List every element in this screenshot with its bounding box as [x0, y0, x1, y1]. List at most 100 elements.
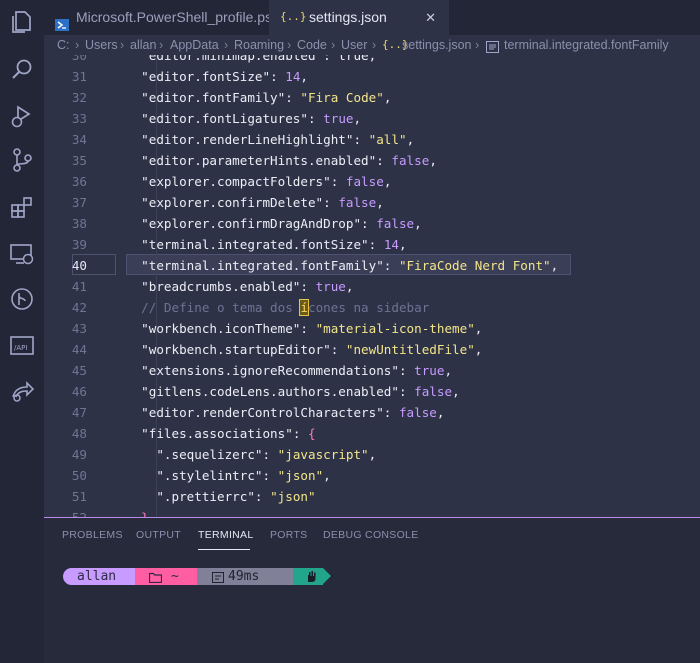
- code-line[interactable]: 39 "terminal.integrated.fontSize": 14,: [44, 234, 700, 255]
- source-control-icon[interactable]: [8, 146, 36, 174]
- code-line[interactable]: 49 ".sequelizerc": "javascript",: [44, 444, 700, 465]
- tab-powershell-profile[interactable]: Microsoft.PowerShell_profile.ps1: [44, 0, 280, 35]
- code-text: ".sequelizerc": "javascript",: [126, 444, 376, 465]
- line-number: 35: [71, 153, 87, 168]
- stopwatch-icon: [212, 571, 224, 583]
- tab-terminal[interactable]: TERMINAL: [198, 529, 254, 541]
- gitlens-icon[interactable]: [8, 285, 36, 313]
- extensions-icon[interactable]: [8, 193, 36, 221]
- code-token: false: [398, 405, 437, 420]
- code-token: :: [330, 342, 346, 357]
- breadcrumb-item[interactable]: Code: [297, 35, 327, 55]
- tab-debug-console[interactable]: DEBUG CONSOLE: [323, 529, 419, 541]
- breadcrumb-item[interactable]: Roaming: [234, 35, 284, 55]
- code-token: 14: [383, 237, 399, 252]
- code-line[interactable]: 50 ".stylelintrc": "json",: [44, 465, 700, 486]
- line-number: 39: [71, 237, 87, 252]
- code-token: "json": [270, 489, 316, 504]
- code-token: :: [398, 363, 415, 378]
- code-line[interactable]: 35 "editor.parameterHints.enabled": fals…: [44, 150, 700, 171]
- code-line[interactable]: 47 "editor.renderControlCharacters": fal…: [44, 402, 700, 423]
- code-token: :: [383, 405, 399, 420]
- run-debug-icon[interactable]: [8, 102, 36, 130]
- code-token: 14: [285, 69, 301, 84]
- code-line[interactable]: 36 "explorer.compactFolders": false,: [44, 171, 700, 192]
- code-token: :: [383, 258, 399, 273]
- tab-label: settings.json: [309, 9, 387, 25]
- code-token: :: [361, 216, 377, 231]
- code-line[interactable]: 51 ".prettierrc": "json": [44, 486, 700, 507]
- code-line[interactable]: 40 "terminal.integrated.fontFamily": "Fi…: [44, 255, 700, 276]
- code-line[interactable]: 45 "extensions.ignoreRecommendations": t…: [44, 360, 700, 381]
- code-token: {: [307, 426, 316, 441]
- code-token: :: [254, 489, 271, 504]
- code-token: false: [376, 216, 415, 231]
- code-token: true: [323, 111, 354, 126]
- code-line[interactable]: 30 "editor.minimap.enabled": true,: [44, 55, 700, 66]
- code-token: false: [414, 384, 453, 399]
- explorer-icon[interactable]: [8, 8, 36, 36]
- code-token: ,: [376, 195, 384, 210]
- code-line[interactable]: 48 "files.associations": {: [44, 423, 700, 444]
- code-token: "explorer.confirmDragAndDrop": [126, 216, 362, 231]
- remote-explorer-icon[interactable]: [8, 240, 36, 268]
- breadcrumb-item[interactable]: Users: [85, 35, 118, 55]
- code-line[interactable]: 37 "explorer.confirmDelete": false,: [44, 192, 700, 213]
- tab-settings-json[interactable]: {..} settings.json ✕: [269, 0, 449, 35]
- search-icon[interactable]: [8, 56, 36, 84]
- code-text: "explorer.confirmDragAndDrop": false,: [126, 213, 422, 234]
- code-token: "editor.renderControlCharacters": [126, 405, 384, 420]
- breadcrumb-item[interactable]: C:: [57, 35, 70, 55]
- code-token: "terminal.integrated.fontFamily": [126, 258, 384, 273]
- code-token: :: [368, 237, 384, 252]
- code-line[interactable]: 42 // Define o tema dos ícones na sideba…: [44, 297, 700, 318]
- code-text: "editor.fontFamily": "Fira Code",: [126, 87, 391, 108]
- code-token: "FiraCode Nerd Font": [398, 258, 551, 273]
- breadcrumb-item[interactable]: allan: [130, 35, 156, 55]
- code-token: ,: [474, 342, 483, 357]
- code-text: // Define o tema dos ícones na sidebar: [126, 297, 429, 318]
- line-number: 31: [71, 69, 87, 84]
- close-icon[interactable]: ✕: [425, 0, 436, 35]
- code-line[interactable]: 44 "workbench.startupEditor": "newUntitl…: [44, 339, 700, 360]
- code-token: "material-icon-theme": [315, 321, 475, 336]
- live-share-icon[interactable]: [8, 377, 36, 405]
- code-line[interactable]: 43 "workbench.iconTheme": "material-icon…: [44, 318, 700, 339]
- code-text: "explorer.confirmDelete": false,: [126, 192, 384, 213]
- code-token: "editor.fontLigatures": [126, 111, 308, 126]
- line-number: 30: [71, 55, 87, 63]
- line-number: 51: [71, 489, 87, 504]
- breadcrumb-item[interactable]: settings.json: [402, 35, 471, 55]
- breadcrumb-item[interactable]: User: [341, 35, 367, 55]
- code-text: "terminal.integrated.fontSize": 14,: [126, 234, 406, 255]
- code-line[interactable]: 33 "editor.fontLigatures": true,: [44, 108, 700, 129]
- code-token: ,: [452, 384, 460, 399]
- chevron-right-icon: ›: [372, 38, 377, 52]
- chevron-right-icon: ›: [331, 38, 336, 52]
- line-number: 33: [71, 111, 87, 126]
- chevron-right-icon: ›: [159, 38, 164, 52]
- code-line[interactable]: 38 "explorer.confirmDragAndDrop": false,: [44, 213, 700, 234]
- code-line[interactable]: 34 "editor.renderLineHighlight": "all",: [44, 129, 700, 150]
- code-text: "editor.fontLigatures": true,: [126, 108, 361, 129]
- chevron-right-icon: ›: [75, 38, 80, 52]
- code-line[interactable]: 41 "breadcrumbs.enabled": true,: [44, 276, 700, 297]
- line-number: 45: [71, 363, 87, 378]
- line-number: 34: [71, 132, 87, 147]
- tab-output[interactable]: OUTPUT: [136, 529, 181, 541]
- breadcrumb-item[interactable]: AppData: [170, 35, 219, 55]
- code-editor[interactable]: 30 "editor.minimap.enabled": true, 31 "ed…: [44, 55, 700, 518]
- code-text: "editor.minimap.enabled": true,: [126, 55, 376, 66]
- tab-ports[interactable]: PORTS: [270, 529, 307, 541]
- line-number: 46: [71, 384, 87, 399]
- tab-problems[interactable]: PROBLEMS: [62, 529, 123, 541]
- tab-label: Microsoft.PowerShell_profile.ps1: [76, 9, 280, 25]
- code-token: :: [323, 195, 339, 210]
- api-icon[interactable]: /API: [8, 332, 36, 360]
- code-line[interactable]: 32 "editor.fontFamily": "Fira Code",: [44, 87, 700, 108]
- code-token: "newUntitledFile": [345, 342, 475, 357]
- code-line[interactable]: 31 "editor.fontSize": 14,: [44, 66, 700, 87]
- breadcrumb-item[interactable]: terminal.integrated.fontFamily: [504, 35, 669, 55]
- code-line[interactable]: 46 "gitlens.codeLens.authors.enabled": f…: [44, 381, 700, 402]
- code-token: :: [330, 174, 346, 189]
